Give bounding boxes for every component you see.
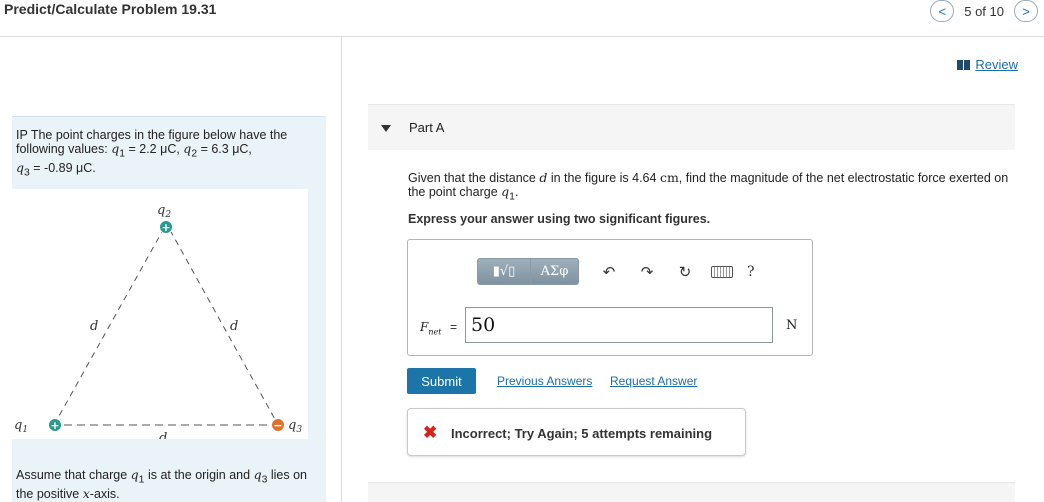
question-part-d: . [514, 185, 519, 199]
problem-panel: IP The point charges in the figure below… [12, 116, 326, 502]
header-divider [0, 36, 1044, 37]
book-icon [957, 59, 971, 70]
next-part-header[interactable] [368, 482, 1015, 502]
previous-answers-link[interactable]: Previous Answers [497, 374, 592, 388]
footnote-q1: q [130, 467, 139, 482]
question-part-a: Given that the distance [408, 171, 540, 185]
q3-value: = -0.89 μC. [29, 160, 96, 175]
question-charge-symbol: q [501, 184, 510, 199]
triangle-diagram: q2 + d d d q1 + − q3 [14, 203, 302, 446]
answer-unit: N [786, 318, 798, 333]
plus-icon: + [161, 221, 170, 234]
footnote-part-b: is at the origin and [144, 468, 254, 482]
help-icon[interactable]: ? [747, 264, 755, 280]
footnote-part-a: Assume that charge [16, 468, 131, 482]
q1-value: = 2.2 μC, [125, 142, 184, 156]
answer-equals: = [450, 320, 458, 334]
problem-navigation: < 5 of 10 > [930, 0, 1038, 22]
x-icon: ✖ [423, 423, 438, 442]
q2-label: q2 [157, 203, 171, 220]
templates-icon: ▮√▯ [492, 264, 516, 279]
answer-label-subscript: net [428, 327, 442, 337]
chevron-right-icon: > [1022, 3, 1030, 19]
figure-footnote: Assume that charge q1 is at the origin a… [16, 468, 316, 501]
page-title: Predict/Calculate Problem 19.31 [4, 1, 217, 17]
distance-unit: cm [659, 170, 679, 185]
review-link[interactable]: Review [957, 57, 1018, 72]
undo-icon[interactable]: ↶ [599, 263, 619, 281]
problem-statement: IP The point charges in the figure below… [16, 129, 316, 179]
footnote-q3: q [253, 467, 262, 482]
footnote-part-d: -axis. [89, 486, 120, 501]
side-q2-q3 [169, 229, 278, 424]
question-text: Given that the distance d in the figure … [408, 171, 1020, 205]
redo-icon[interactable]: ↷ [637, 263, 657, 281]
panel-divider [341, 37, 342, 502]
submit-button[interactable]: Submit [407, 368, 476, 394]
part-a-header[interactable]: Part A [368, 104, 1015, 150]
previous-problem-button[interactable]: < [930, 0, 955, 22]
q3-symbol: q [16, 159, 25, 175]
caret-down-icon[interactable] [381, 125, 391, 132]
reset-icon[interactable]: ↻ [675, 263, 695, 281]
keyboard-icon[interactable] [711, 265, 733, 278]
footnote-axis: x [82, 485, 90, 501]
q2-value: = 6.3 μC, [197, 142, 252, 156]
feedback-box: ✖ Incorrect; Try Again; 5 attempts remai… [407, 408, 746, 456]
plus-icon: + [50, 419, 59, 432]
side-q1-q2 [53, 229, 164, 426]
minus-icon: − [273, 419, 282, 432]
greek-symbols-button[interactable]: ΑΣφ [531, 258, 579, 285]
q1-label: q1 [14, 418, 28, 435]
math-toolbar: ▮√▯ ΑΣφ ↶ ↷ ↻ ? [477, 258, 755, 285]
answer-box: ▮√▯ ΑΣφ ↶ ↷ ↻ ? Fnet = 50 N [407, 239, 813, 356]
question-part-b: in the figure is 4.64 [547, 171, 660, 185]
left-side-label: d [90, 319, 98, 334]
answer-label: Fnet [420, 320, 441, 336]
answer-instruction: Express your answer using two significan… [408, 212, 711, 226]
problem-position: 5 of 10 [964, 3, 1004, 19]
answer-input[interactable]: 50 [465, 307, 773, 343]
next-problem-button[interactable]: > [1014, 0, 1038, 22]
request-answer-link[interactable]: Request Answer [610, 374, 697, 388]
right-side-label: d [230, 319, 238, 334]
templates-button[interactable]: ▮√▯ [477, 258, 531, 285]
feedback-text: Incorrect; Try Again; 5 attempts remaini… [451, 426, 713, 441]
part-title: Part A [409, 120, 445, 135]
review-label: Review [975, 57, 1018, 72]
charge-figure: q2 + d d d q1 + − q3 [12, 189, 308, 446]
q3-label: q3 [288, 418, 302, 435]
bottom-side-label: d [159, 431, 167, 439]
chevron-left-icon: < [938, 3, 947, 19]
